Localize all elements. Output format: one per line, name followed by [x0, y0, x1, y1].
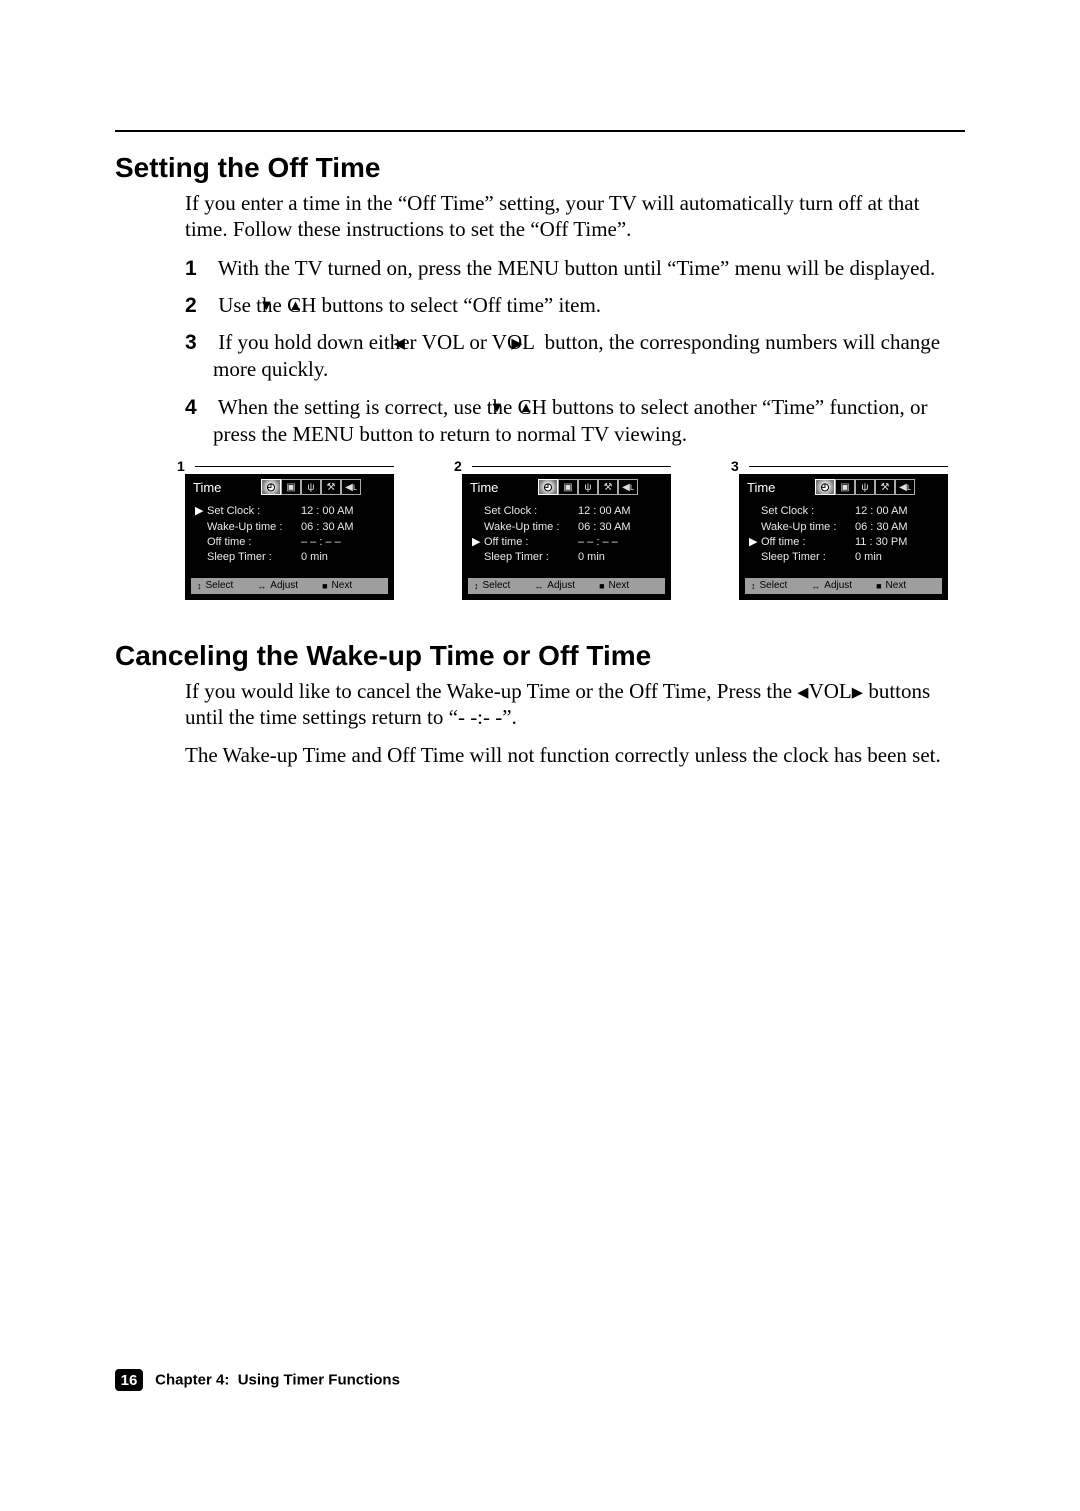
antenna-icon: ⚒ — [875, 479, 895, 495]
osd-row-wake_up: Wake-Up time :06 : 30 AM — [749, 520, 944, 535]
input-icon: ψ — [855, 479, 875, 495]
figure-number: 1 — [177, 458, 185, 474]
osd-row-sleep: Sleep Timer :0 min — [749, 550, 944, 565]
antenna-icon: ⚒ — [598, 479, 618, 495]
cursor-icon: ▶ — [749, 535, 761, 550]
cancel-p2: The Wake-up Time and Off Time will not f… — [185, 742, 945, 768]
chapter-label: Chapter 4: — [155, 1372, 229, 1389]
cursor-icon: ▶ — [195, 504, 207, 519]
triangle-right-icon: ▶ — [852, 684, 863, 702]
clock-icon: ◴ — [815, 479, 835, 495]
section-cancel: Canceling the Wake-up Time or Off Time I… — [115, 640, 965, 769]
osd-row-set_clock: ▶Set Clock :12 : 00 AM — [195, 504, 390, 519]
figure-number: 3 — [731, 458, 739, 474]
osd-row-sleep: Sleep Timer :0 min — [195, 550, 390, 565]
picture-icon: ▣ — [558, 479, 578, 495]
cancel-p1: If you would like to cancel the Wake-up … — [185, 678, 945, 731]
picture-icon: ▣ — [281, 479, 301, 495]
osd-row-set_clock: Set Clock :12 : 00 AM — [749, 504, 944, 519]
heading-cancel: Canceling the Wake-up Time or Off Time — [115, 640, 965, 672]
osd-title: Time — [747, 480, 811, 495]
hint-next: ■Next — [599, 580, 629, 591]
osd-row-wake_up: Wake-Up time :06 : 30 AM — [472, 520, 667, 535]
osd-title: Time — [193, 480, 257, 495]
figure-number: 2 — [454, 458, 462, 474]
speaker-icon: ◀ʟ — [618, 479, 638, 495]
cursor-icon — [472, 504, 484, 519]
cursor-icon: ▶ — [472, 535, 484, 550]
steps-off-time: With the TV turned on, press the MENU bu… — [185, 255, 955, 449]
clock-icon: ◴ — [538, 479, 558, 495]
speaker-icon: ◀ʟ — [895, 479, 915, 495]
cursor-icon — [195, 535, 207, 550]
osd-figure-3: 3Time◴▣ψ⚒◀ʟSet Clock :12 : 00 AMWake-Up … — [739, 474, 948, 600]
picture-icon: ▣ — [835, 479, 855, 495]
clock-icon: ◴ — [261, 479, 281, 495]
hint-adjust: ↔Adjust — [811, 580, 852, 591]
osd-row-off_time: ▶Off time :11 : 30 PM — [749, 535, 944, 550]
top-rule — [115, 130, 965, 132]
step-1: With the TV turned on, press the MENU bu… — [185, 255, 955, 282]
osd-menu: Time ◴▣ψ⚒◀ʟ Set Clock :12 : 00 AMWake-Up t… — [739, 474, 948, 600]
cursor-icon — [472, 550, 484, 565]
osd-figure-1: 1Time◴▣ψ⚒◀ʟ▶Set Clock :12 : 00 AMWake-Up… — [185, 474, 394, 600]
step-2: Use the ▼CH▲ buttons to select “Off time… — [185, 292, 955, 319]
step-4: When the setting is correct, use the ▼CH… — [185, 394, 955, 449]
intro-off-time: If you enter a time in the “Off Time” se… — [185, 190, 945, 243]
osd-row-set_clock: Set Clock :12 : 00 AM — [472, 504, 667, 519]
hint-next: ■Next — [322, 580, 352, 591]
hint-adjust: ↔Adjust — [257, 580, 298, 591]
page-number: 16 — [115, 1369, 143, 1391]
antenna-icon: ⚒ — [321, 479, 341, 495]
cursor-icon — [749, 520, 761, 535]
cursor-icon — [195, 550, 207, 565]
osd-title: Time — [470, 480, 534, 495]
osd-row-off_time: ▶Off time :– – : – – — [472, 535, 667, 550]
cursor-icon — [749, 504, 761, 519]
page-footer: 16 Chapter 4: Using Timer Functions — [115, 1369, 400, 1391]
step-3: If you hold down either ◀VOL or VOL ▶ bu… — [185, 329, 955, 384]
osd-footer: ↕Select ↔Adjust ■Next — [468, 578, 665, 594]
osd-row-sleep: Sleep Timer :0 min — [472, 550, 667, 565]
osd-menu: Time ◴▣ψ⚒◀ʟ ▶Set Clock :12 : 00 AMWake-Up … — [185, 474, 394, 600]
hint-adjust: ↔Adjust — [534, 580, 575, 591]
heading-off-time: Setting the Off Time — [115, 152, 965, 184]
hint-select: ↕Select — [474, 580, 510, 591]
triangle-left-icon: ◀ — [797, 684, 808, 702]
section-off-time: Setting the Off Time If you enter a time… — [115, 152, 965, 600]
hint-select: ↕Select — [197, 580, 233, 591]
osd-row-off_time: Off time :– – : – – — [195, 535, 390, 550]
osd-row-wake_up: Wake-Up time :06 : 30 AM — [195, 520, 390, 535]
osd-figure-2: 2Time◴▣ψ⚒◀ʟSet Clock :12 : 00 AMWake-Up … — [462, 474, 671, 600]
osd-footer: ↕Select ↔Adjust ■Next — [745, 578, 942, 594]
input-icon: ψ — [301, 479, 321, 495]
cursor-icon — [749, 550, 761, 565]
hint-next: ■Next — [876, 580, 906, 591]
speaker-icon: ◀ʟ — [341, 479, 361, 495]
input-icon: ψ — [578, 479, 598, 495]
osd-footer: ↕Select ↔Adjust ■Next — [191, 578, 388, 594]
hint-select: ↕Select — [751, 580, 787, 591]
cursor-icon — [195, 520, 207, 535]
cursor-icon — [472, 520, 484, 535]
figure-row: 1Time◴▣ψ⚒◀ʟ▶Set Clock :12 : 00 AMWake-Up… — [185, 474, 965, 600]
osd-menu: Time ◴▣ψ⚒◀ʟ Set Clock :12 : 00 AMWake-Up t… — [462, 474, 671, 600]
